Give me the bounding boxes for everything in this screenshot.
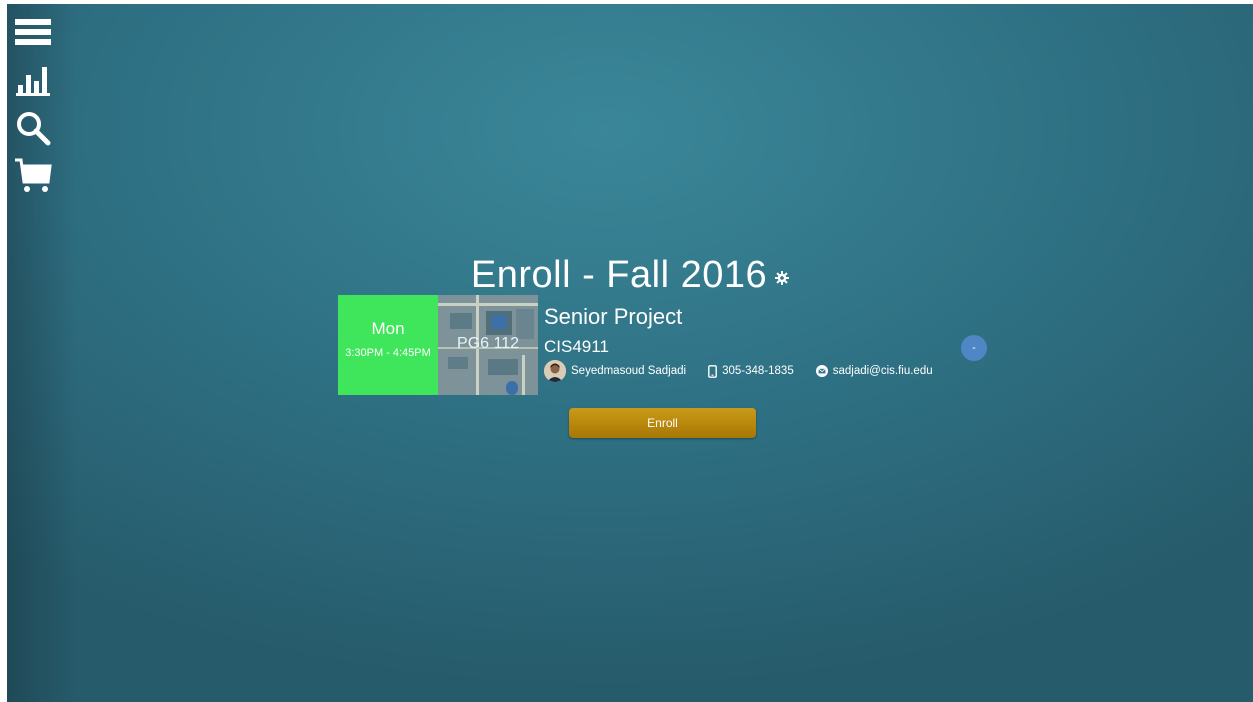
course-day: Mon (371, 319, 405, 338)
sidebar (11, 10, 55, 202)
avatar (544, 360, 566, 382)
menu-icon (15, 19, 51, 45)
course-time: 3:30PM - 4:45PM (345, 347, 431, 359)
search-icon (17, 112, 51, 146)
course-details: Seyedmasoud Sadjadi 305-348-1835 sadjadi… (544, 360, 955, 382)
email-icon (815, 365, 828, 377)
cart-button[interactable] (11, 154, 55, 198)
app-window: Enroll - Fall 2016 Mon 3:30PM - 4:45PM P… (7, 4, 1253, 702)
remove-course-button[interactable]: - (961, 335, 987, 361)
course-name: Senior Project (544, 304, 683, 329)
email[interactable]: sadjadi@cis.fiu.edu (815, 365, 933, 377)
search-button[interactable] (11, 106, 55, 150)
phone-icon (708, 364, 717, 378)
phone[interactable]: 305-348-1835 (708, 364, 794, 378)
cart-icon (15, 158, 52, 192)
course-code: CIS4911 (544, 337, 609, 356)
enroll-button[interactable]: Enroll (569, 408, 756, 438)
instructor-name: Seyedmasoud Sadjadi (571, 365, 687, 377)
course-room: PG6 112 (457, 335, 519, 352)
course-info: Senior Project CIS4911 Seyedmasoud Sadja… (544, 303, 955, 382)
email-address: sadjadi@cis.fiu.edu (832, 365, 933, 377)
phone-number: 305-348-1835 (722, 365, 794, 377)
page-title-text: Enroll - Fall 2016 (470, 254, 768, 296)
gear-icon[interactable] (775, 252, 790, 295)
location-map[interactable]: PG6 112 (438, 295, 538, 395)
bar-chart-icon (16, 67, 50, 96)
instructor[interactable]: Seyedmasoud Sadjadi (544, 360, 686, 382)
course-card: Mon 3:30PM - 4:45PM PG6 112 Senior Proje (338, 295, 988, 395)
stats-button[interactable] (11, 58, 55, 102)
page-title: Enroll - Fall 2016 (7, 254, 1253, 297)
menu-button[interactable] (11, 10, 55, 54)
schedule-block: Mon 3:30PM - 4:45PM (338, 295, 438, 395)
